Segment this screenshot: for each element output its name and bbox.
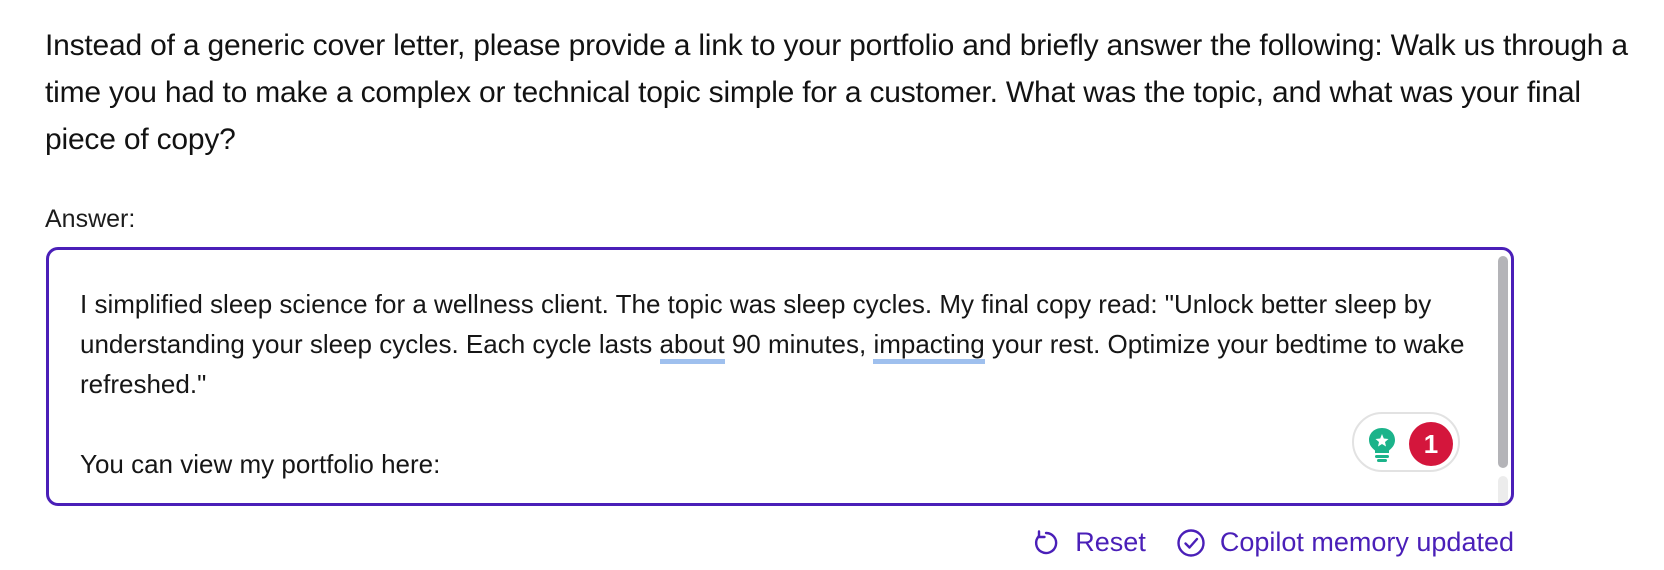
spelling-suggestion-impacting[interactable]: impacting <box>873 329 985 364</box>
reset-label: Reset <box>1075 527 1146 557</box>
answer-label: Answer: <box>45 205 136 233</box>
copilot-memory-status[interactable]: Copilot memory updated <box>1176 527 1514 558</box>
answer-textarea[interactable]: I simplified sleep science for a wellnes… <box>46 247 1514 506</box>
scrollbar-track[interactable] <box>1498 476 1508 503</box>
clipped-text-line <box>80 488 560 502</box>
issue-count-badge[interactable]: 1 <box>1409 422 1453 466</box>
reset-button[interactable]: Reset <box>1031 527 1146 558</box>
grammar-assistant-widget[interactable]: 1 <box>1352 412 1460 472</box>
answer-content[interactable]: I simplified sleep science for a wellnes… <box>80 284 1470 484</box>
lightbulb-icon <box>1369 428 1395 462</box>
check-circle-icon <box>1177 528 1205 557</box>
portfolio-link-redacted <box>448 455 1088 477</box>
answer-text-segment: 90 minutes, <box>724 329 874 359</box>
question-prompt: Instead of a generic cover letter, pleas… <box>45 29 1628 156</box>
portfolio-prefix: You can view my portfolio here: <box>80 449 441 479</box>
spelling-suggestion-about[interactable]: about <box>659 329 725 364</box>
answer-paragraph: I simplified sleep science for a wellnes… <box>80 284 1470 404</box>
reset-icon <box>1035 529 1058 554</box>
portfolio-paragraph: You can view my portfolio here: <box>80 444 1470 484</box>
scrollbar-thumb[interactable] <box>1498 256 1508 468</box>
copilot-memory-label: Copilot memory updated <box>1219 527 1514 557</box>
answer-actions: Reset Copilot memory updated <box>1031 527 1514 558</box>
